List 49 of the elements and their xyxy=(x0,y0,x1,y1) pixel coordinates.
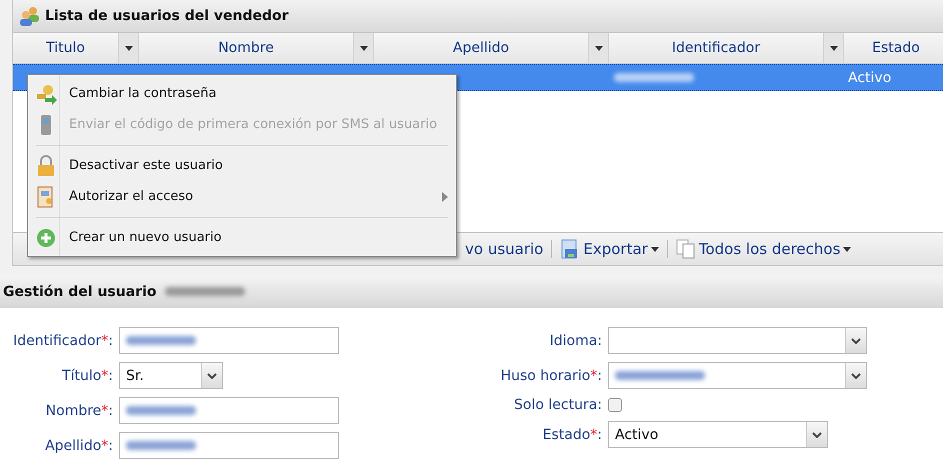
chevron-down-icon xyxy=(851,372,861,378)
documents-icon xyxy=(676,239,696,259)
text-field[interactable] xyxy=(119,327,339,354)
caret-icon xyxy=(124,46,132,50)
column-header[interactable]: Nombre xyxy=(139,33,353,63)
caret-icon xyxy=(843,246,852,252)
caret-icon xyxy=(360,46,368,50)
table-cell: Activo xyxy=(848,70,892,86)
checkbox[interactable] xyxy=(608,398,622,412)
field-label: Estado*: xyxy=(542,426,602,442)
column-menu-button[interactable] xyxy=(118,33,138,63)
toolbar-button[interactable]: vo usuario xyxy=(465,240,544,258)
column-menu-button[interactable] xyxy=(823,33,843,63)
field-label: Título*: xyxy=(61,368,113,384)
select-field[interactable] xyxy=(608,362,867,389)
field-label: Nombre*: xyxy=(44,402,113,418)
text-field[interactable] xyxy=(119,397,339,424)
menu-item[interactable]: Desactivar este usuario xyxy=(28,150,456,181)
select-field[interactable] xyxy=(608,327,867,354)
column-header[interactable]: Apellido xyxy=(374,33,588,63)
field-label: Idioma: xyxy=(548,332,602,348)
field-label: Apellido*: xyxy=(44,438,113,454)
chevron-down-icon xyxy=(851,338,861,344)
add-icon xyxy=(35,226,57,248)
toolbar-button[interactable]: Todos los derechos xyxy=(676,239,852,259)
field-label: Huso horario*: xyxy=(500,368,602,384)
chevron-down-icon xyxy=(207,372,217,378)
select-field[interactable]: Sr. xyxy=(119,362,223,389)
key-icon xyxy=(35,82,57,104)
toolbar-button[interactable]: Exportar xyxy=(560,239,659,259)
column-menu-button[interactable] xyxy=(588,33,608,63)
menu-item[interactable]: Autorizar el acceso xyxy=(28,181,456,212)
text-field[interactable] xyxy=(119,432,339,459)
column-header[interactable]: Estado xyxy=(844,33,943,63)
caret-icon xyxy=(830,46,838,50)
chevron-down-icon xyxy=(812,432,822,438)
users-icon xyxy=(19,6,41,26)
caret-icon xyxy=(650,246,659,252)
column-header[interactable]: Titulo xyxy=(13,33,118,63)
field-label: Identificador*: xyxy=(12,332,113,348)
column-menu-button[interactable] xyxy=(353,33,373,63)
select-field[interactable]: Activo xyxy=(608,421,828,448)
column-header[interactable]: Identificador xyxy=(609,33,823,63)
caret-icon xyxy=(594,46,602,50)
padlock-icon xyxy=(35,154,57,176)
panel-title: Gestión del usuario xyxy=(3,284,156,300)
field-label: Solo lectura: xyxy=(513,397,602,413)
panel-title: Lista de usuarios del vendedor xyxy=(45,8,289,24)
menu-item[interactable]: Crear un nuevo usuario xyxy=(28,222,456,253)
